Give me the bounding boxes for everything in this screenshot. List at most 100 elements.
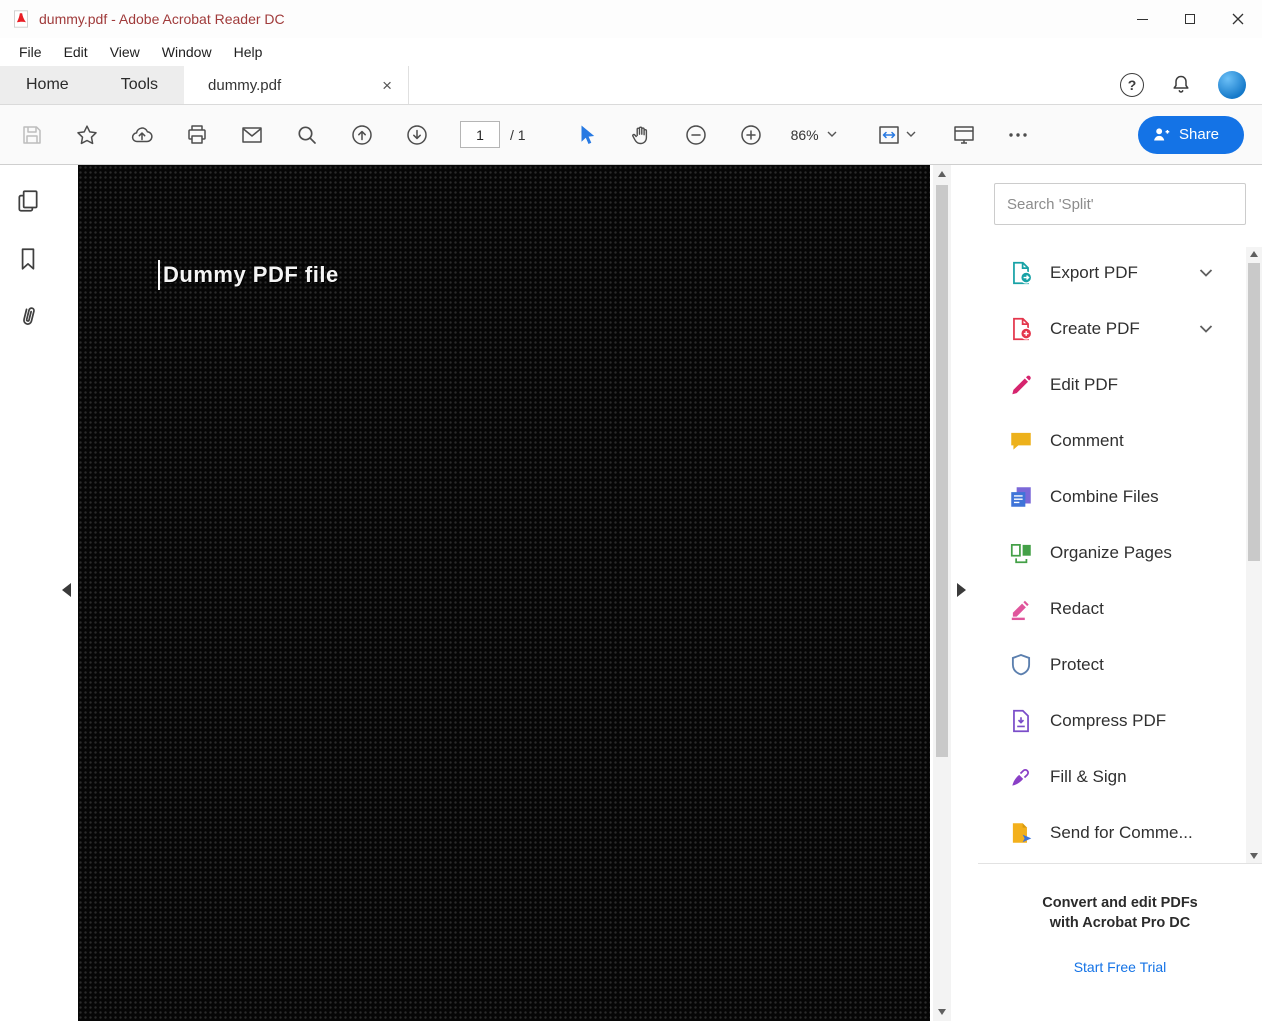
zoom-out-icon[interactable] bbox=[684, 123, 708, 147]
tools-list: Export PDF Create PDF Edit PDF Comment C… bbox=[978, 245, 1262, 861]
tools-search-input[interactable] bbox=[1007, 195, 1233, 213]
comment-icon bbox=[1011, 432, 1031, 450]
edit-pdf-icon bbox=[1012, 375, 1031, 395]
bookmarks-icon[interactable] bbox=[15, 246, 41, 272]
fit-width-dropdown[interactable] bbox=[877, 123, 916, 147]
close-button[interactable] bbox=[1214, 0, 1262, 38]
next-view-down-icon[interactable] bbox=[405, 123, 429, 147]
zoom-level-dropdown[interactable]: 86% bbox=[791, 127, 837, 143]
chevron-down-icon bbox=[906, 131, 916, 137]
fit-width-icon bbox=[878, 125, 899, 144]
close-icon bbox=[1232, 13, 1244, 25]
compress-pdf-icon bbox=[1013, 709, 1029, 733]
tool-protect[interactable]: Protect bbox=[978, 637, 1262, 693]
tool-label: Fill & Sign bbox=[1050, 767, 1127, 786]
window-title: dummy.pdf - Adobe Acrobat Reader DC bbox=[39, 11, 285, 27]
acrobat-pro-promo: Convert and edit PDFs with Acrobat Pro D… bbox=[978, 893, 1262, 977]
email-icon[interactable] bbox=[240, 123, 264, 147]
share-button[interactable]: Share bbox=[1138, 115, 1244, 154]
combine-files-icon bbox=[1011, 487, 1031, 507]
page-thumbnails-icon[interactable] bbox=[15, 188, 41, 214]
tools-panel: Export PDF Create PDF Edit PDF bbox=[978, 165, 1262, 1021]
tools-panel-scrollbar[interactable] bbox=[1246, 247, 1262, 863]
attachments-paperclip-icon[interactable] bbox=[12, 301, 44, 333]
menu-help[interactable]: Help bbox=[223, 44, 274, 60]
pdf-page-canvas[interactable]: Dummy PDF file bbox=[78, 165, 930, 1021]
user-avatar[interactable] bbox=[1218, 71, 1246, 99]
create-pdf-icon bbox=[1013, 317, 1033, 341]
tab-home[interactable]: Home bbox=[0, 66, 95, 104]
print-icon[interactable] bbox=[185, 123, 209, 147]
tab-close-icon[interactable]: × bbox=[382, 77, 392, 94]
tool-label: Organize Pages bbox=[1050, 543, 1172, 562]
menu-edit[interactable]: Edit bbox=[53, 44, 99, 60]
tabbar: Home Tools dummy.pdf × ? bbox=[0, 66, 1262, 105]
previous-page-arrow-icon[interactable] bbox=[62, 583, 71, 597]
minimize-button[interactable] bbox=[1118, 0, 1166, 38]
text-caret bbox=[158, 260, 160, 290]
maximize-icon bbox=[1185, 14, 1195, 24]
scroll-down-icon[interactable] bbox=[1250, 853, 1258, 859]
tool-label: Comment bbox=[1050, 431, 1124, 450]
hand-tool-icon[interactable] bbox=[629, 123, 653, 147]
previous-view-up-icon[interactable] bbox=[350, 123, 374, 147]
tab-document[interactable]: dummy.pdf × bbox=[184, 66, 410, 104]
tool-label: Create PDF bbox=[1050, 319, 1140, 338]
tool-export-pdf[interactable]: Export PDF bbox=[978, 245, 1262, 301]
chevron-down-icon bbox=[827, 131, 837, 137]
document-scrollbar[interactable] bbox=[933, 165, 951, 1021]
maximize-button[interactable] bbox=[1166, 0, 1214, 38]
search-icon[interactable] bbox=[295, 123, 319, 147]
share-button-label: Share bbox=[1179, 126, 1220, 143]
chevron-down-icon[interactable] bbox=[1199, 269, 1213, 278]
tool-comment[interactable]: Comment bbox=[978, 413, 1262, 469]
help-icon[interactable]: ? bbox=[1120, 73, 1144, 97]
pdf-text-line: Dummy PDF file bbox=[158, 260, 339, 290]
scroll-down-icon[interactable] bbox=[938, 1009, 946, 1015]
tool-label: Export PDF bbox=[1050, 263, 1138, 282]
tool-compress-pdf[interactable]: Compress PDF bbox=[978, 693, 1262, 749]
tool-redact[interactable]: Redact bbox=[978, 581, 1262, 637]
tool-label: Combine Files bbox=[1050, 487, 1159, 506]
scroll-up-icon[interactable] bbox=[938, 171, 946, 177]
minimize-icon bbox=[1136, 18, 1148, 20]
tool-label: Protect bbox=[1050, 655, 1104, 674]
zoom-in-icon[interactable] bbox=[739, 123, 763, 147]
tool-edit-pdf[interactable]: Edit PDF bbox=[978, 357, 1262, 413]
start-free-trial-link[interactable]: Start Free Trial bbox=[1074, 959, 1167, 975]
scroll-up-icon[interactable] bbox=[1250, 251, 1258, 257]
tool-fill-sign[interactable]: Fill & Sign bbox=[978, 749, 1262, 805]
tool-organize-pages[interactable]: Organize Pages bbox=[978, 525, 1262, 581]
more-tools-icon[interactable] bbox=[1006, 123, 1030, 147]
titlebar: dummy.pdf - Adobe Acrobat Reader DC bbox=[0, 0, 1262, 38]
page-number-input[interactable] bbox=[460, 121, 500, 148]
star-icon[interactable] bbox=[75, 123, 99, 147]
tool-label: Compress PDF bbox=[1050, 711, 1167, 730]
tab-tools[interactable]: Tools bbox=[95, 66, 184, 104]
add-person-icon bbox=[1154, 127, 1170, 140]
tool-label: Redact bbox=[1050, 599, 1104, 618]
save-icon[interactable] bbox=[20, 123, 44, 147]
document-scrollbar-thumb[interactable] bbox=[936, 185, 948, 757]
left-sidebar bbox=[0, 165, 55, 1021]
chevron-down-icon[interactable] bbox=[1199, 325, 1213, 334]
zoom-level-value: 86% bbox=[790, 126, 819, 143]
tool-create-pdf[interactable]: Create PDF bbox=[978, 301, 1262, 357]
menu-file[interactable]: File bbox=[8, 44, 53, 60]
reading-mode-icon[interactable] bbox=[952, 123, 976, 147]
export-pdf-icon bbox=[1013, 261, 1033, 285]
tools-panel-scrollbar-thumb[interactable] bbox=[1248, 263, 1260, 561]
redact-icon bbox=[1011, 600, 1029, 621]
menu-view[interactable]: View bbox=[99, 44, 151, 60]
protect-shield-icon bbox=[1011, 654, 1031, 676]
tool-combine-files[interactable]: Combine Files bbox=[978, 469, 1262, 525]
adobe-pdf-icon bbox=[14, 10, 28, 28]
next-page-arrow-icon[interactable] bbox=[957, 583, 966, 597]
tool-send-for-comments[interactable]: Send for Comme... bbox=[978, 805, 1262, 861]
notifications-bell-icon[interactable] bbox=[1169, 73, 1193, 97]
panel-divider bbox=[978, 863, 1262, 864]
promo-line2: with Acrobat Pro DC bbox=[1049, 915, 1191, 931]
select-tool-icon[interactable] bbox=[574, 123, 598, 147]
cloud-upload-icon[interactable] bbox=[130, 123, 154, 147]
menu-window[interactable]: Window bbox=[151, 44, 223, 60]
